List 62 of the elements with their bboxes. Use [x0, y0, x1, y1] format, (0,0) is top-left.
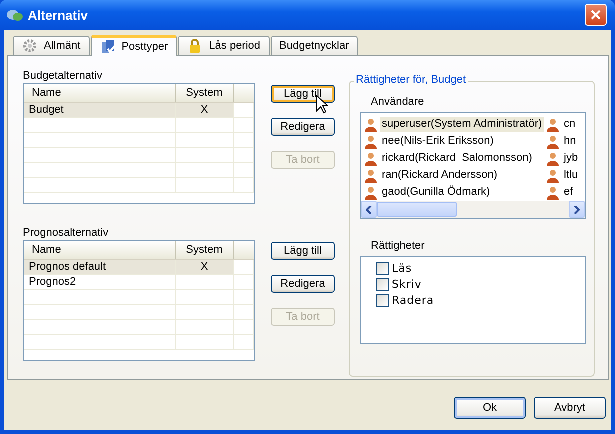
scroll-right-button[interactable] — [569, 201, 585, 218]
horizontal-scrollbar[interactable] — [361, 201, 585, 218]
button[interactable]: Redigera — [271, 275, 335, 293]
person-icon — [546, 118, 560, 132]
person-icon — [546, 168, 560, 182]
gear-icon — [22, 38, 38, 54]
user-item[interactable]: hn — [562, 134, 578, 149]
column-header[interactable]: System — [176, 241, 234, 259]
app-icon — [6, 8, 24, 22]
user-item[interactable]: nee(Nils-Erik Eriksson) — [380, 134, 496, 149]
person-icon — [364, 134, 378, 148]
checkbox[interactable] — [376, 278, 389, 290]
cancel-button[interactable]: Avbryt — [534, 397, 606, 419]
list-label: Budgetalternativ — [23, 70, 102, 82]
table-cell: Prognos2 — [24, 275, 176, 289]
group-title: Rättigheter för, Budget — [354, 74, 468, 86]
checkbox[interactable] — [376, 294, 389, 306]
user-item[interactable]: ef — [562, 185, 576, 200]
column-header[interactable]: Name — [24, 241, 176, 259]
user-item[interactable]: rickard(Rickard Salomonsson) — [380, 151, 534, 166]
table-row[interactable]: Prognos2 — [24, 275, 254, 290]
close-button[interactable] — [585, 4, 607, 26]
column-header[interactable]: Name — [24, 84, 176, 102]
checkbox-label: Läs — [392, 262, 412, 274]
user-item[interactable]: ran(Rickard Andersson) — [380, 168, 500, 183]
tab[interactable]: Lås period — [178, 36, 270, 55]
person-icon — [546, 186, 560, 200]
table-cell: Prognos default — [24, 260, 176, 274]
table-cell: Budget — [24, 103, 176, 117]
checkbox[interactable] — [376, 262, 389, 274]
table-row[interactable]: Prognos default X — [24, 260, 254, 275]
tab[interactable]: Posttyper — [90, 35, 178, 56]
close-icon — [591, 10, 601, 20]
checkbox-label: Skriv — [392, 278, 422, 290]
scroll-left-button[interactable] — [361, 201, 377, 218]
checkbox-label: Radera — [392, 294, 434, 306]
scroll-thumb[interactable] — [377, 202, 457, 217]
list-label: Prognosalternativ — [23, 227, 109, 239]
tab[interactable]: Budgetnycklar — [270, 36, 358, 55]
user-item[interactable]: gaod(Gunilla Ödmark) — [380, 185, 492, 200]
person-icon — [546, 134, 560, 148]
person-icon — [364, 152, 378, 166]
button[interactable]: Lägg till — [271, 242, 335, 260]
table-row[interactable]: Budget X — [24, 103, 254, 118]
user-item[interactable]: superuser(System Administratör) — [380, 117, 544, 132]
person-icon — [546, 152, 560, 166]
permissions-label: Rättigheter — [371, 240, 425, 254]
users-label: Användare — [371, 96, 424, 110]
table-cell: X — [176, 260, 234, 274]
ok-button[interactable]: Ok — [454, 397, 526, 419]
user-item[interactable]: ltlu — [562, 168, 580, 183]
person-icon — [364, 118, 378, 132]
person-icon — [364, 186, 378, 200]
tab[interactable]: Allmänt — [13, 36, 90, 55]
column-header[interactable]: System — [176, 84, 234, 102]
table-cell: X — [176, 103, 234, 117]
window-title: Alternativ — [28, 8, 89, 22]
document-icon — [100, 39, 116, 55]
user-item[interactable]: cn — [562, 117, 578, 132]
user-item[interactable]: jyb — [562, 151, 580, 166]
person-icon — [364, 168, 378, 182]
button[interactable]: Redigera — [271, 118, 335, 136]
